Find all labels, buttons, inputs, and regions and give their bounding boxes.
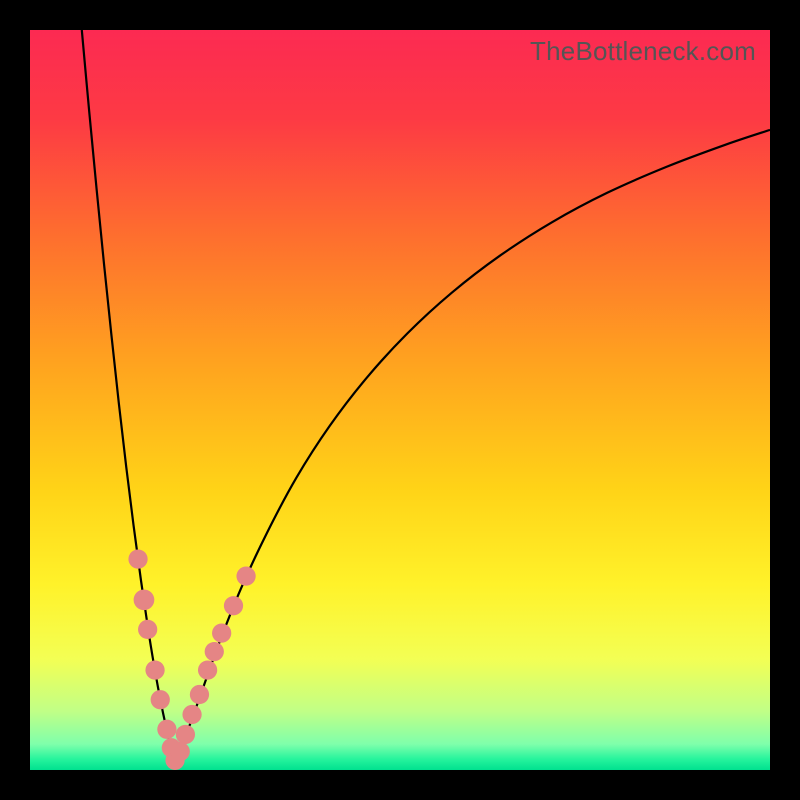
watermark-text: TheBottleneck.com: [530, 36, 756, 67]
chart-frame: TheBottleneck.com: [0, 0, 800, 800]
curve-left-branch: [82, 30, 175, 761]
data-marker: [151, 690, 170, 709]
plot-area: TheBottleneck.com: [30, 30, 770, 770]
data-marker: [224, 596, 243, 615]
data-marker: [205, 642, 224, 661]
data-marker: [190, 685, 209, 704]
data-marker: [171, 742, 190, 761]
data-marker: [134, 589, 155, 610]
data-marker: [182, 705, 201, 724]
data-marker: [236, 567, 255, 586]
data-marker: [176, 725, 195, 744]
data-marker: [128, 549, 147, 568]
curve-right-branch: [175, 130, 770, 761]
curve-layer: [30, 30, 770, 770]
data-marker: [157, 720, 176, 739]
data-marker: [138, 620, 157, 639]
data-marker: [212, 623, 231, 642]
data-marker: [145, 660, 164, 679]
data-markers: [128, 549, 255, 770]
data-marker: [198, 660, 217, 679]
